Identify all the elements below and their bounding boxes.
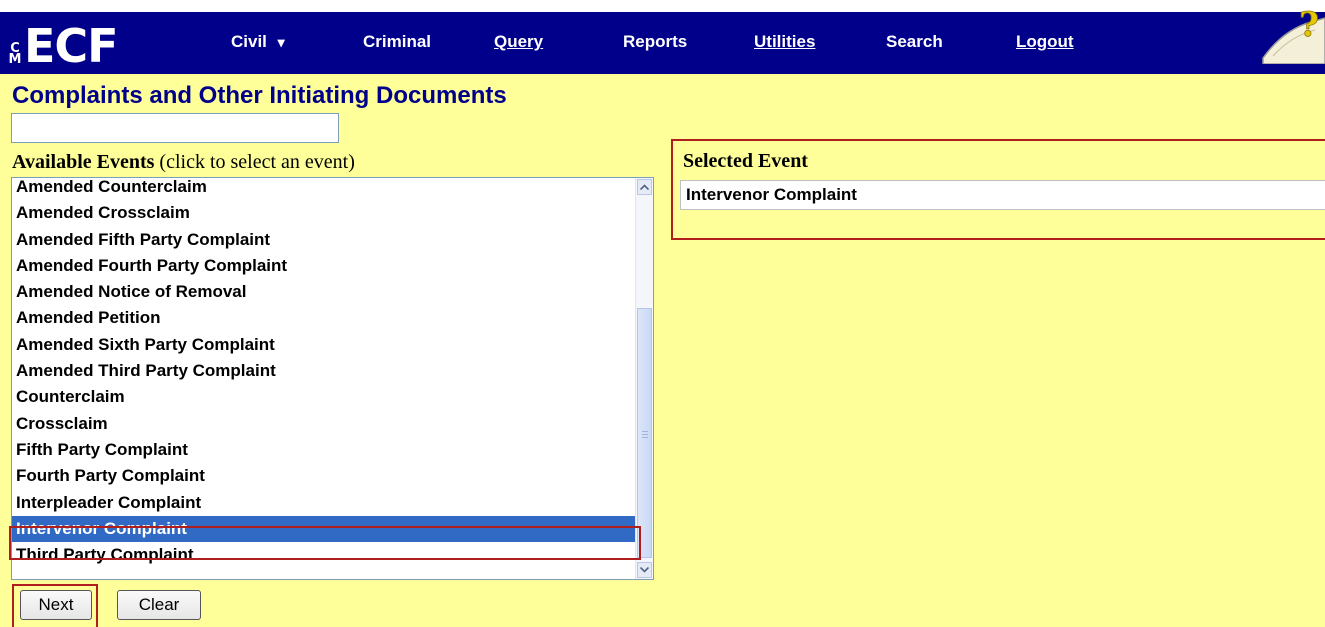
nav-criminal-label: Criminal — [363, 32, 432, 51]
nav-query-label: Query — [494, 32, 544, 51]
list-item[interactable]: Interpleader Complaint — [12, 490, 637, 516]
nav-utilities-label: Utilities — [754, 32, 816, 51]
list-item[interactable]: Amended Fourth Party Complaint — [12, 253, 637, 279]
list-item[interactable]: Fifth Party Complaint — [12, 437, 637, 463]
list-item[interactable]: Crossclaim — [12, 411, 637, 437]
logo-cm: CM — [8, 42, 22, 67]
list-item[interactable]: Amended Sixth Party Complaint — [12, 332, 637, 358]
list-item[interactable]: Amended Third Party Complaint — [12, 358, 637, 384]
list-item[interactable]: Counterclaim — [12, 384, 637, 410]
nav-bar: CM ECF Civil ▾ Criminal Query Reports Ut… — [0, 5, 1325, 74]
scroll-down-button[interactable] — [637, 562, 652, 578]
nav-search[interactable]: Search — [886, 32, 943, 52]
svg-text:?: ? — [1299, 5, 1319, 45]
selected-event-label: Selected Event — [683, 150, 808, 172]
chevron-up-icon — [640, 184, 649, 190]
list-items: Amended Counterclaim Amended Crossclaim Am… — [12, 178, 637, 568]
top-strip — [0, 0, 1325, 10]
nav-reports-label: Reports — [623, 32, 688, 51]
next-button[interactable]: Next — [20, 590, 92, 620]
logo-ecf: ECF — [24, 19, 119, 73]
nav-search-label: Search — [886, 32, 943, 51]
nav-criminal[interactable]: Criminal — [363, 32, 431, 52]
list-item[interactable]: Fourth Party Complaint — [12, 463, 637, 489]
page-title: Complaints and Other Initiating Document… — [12, 82, 507, 109]
nav-civil[interactable]: Civil ▾ — [231, 32, 285, 52]
available-events-hint: (click to select an event) — [154, 151, 355, 173]
list-item[interactable]: Amended Fifth Party Complaint — [12, 227, 637, 253]
list-item[interactable]: Amended Counterclaim — [12, 178, 637, 200]
list-item[interactable]: Amended Notice of Removal — [12, 279, 637, 305]
scroll-up-button[interactable] — [637, 179, 652, 195]
available-events-list[interactable]: Amended Counterclaim Amended Crossclaim Am… — [11, 177, 654, 580]
nav-logout[interactable]: Logout — [1016, 32, 1074, 52]
clear-button[interactable]: Clear — [117, 590, 201, 620]
available-events-label: Available Events (click to select an eve… — [12, 151, 355, 174]
chevron-down-icon — [640, 567, 649, 573]
chevron-down-icon: ▾ — [277, 34, 285, 50]
nav-query[interactable]: Query — [494, 32, 543, 52]
scroll-thumb[interactable] — [637, 308, 652, 558]
list-item[interactable]: Amended Crossclaim — [12, 200, 637, 226]
nav-logout-label: Logout — [1016, 32, 1074, 51]
event-search-input[interactable] — [11, 113, 339, 143]
available-events-heading: Available Events — [12, 151, 155, 173]
list-scrollbar[interactable] — [635, 178, 653, 579]
list-item[interactable]: Amended Petition — [12, 305, 637, 331]
cmecf-logo[interactable]: CM ECF — [8, 19, 119, 73]
nav-civil-label: Civil — [231, 32, 267, 51]
help-question-icon[interactable]: ? — [1253, 0, 1325, 64]
list-item[interactable]: Intervenor Complaint — [12, 515, 637, 543]
selected-event-value: Intervenor Complaint — [680, 180, 1325, 210]
nav-utilities[interactable]: Utilities — [754, 32, 815, 52]
list-item[interactable]: Third Party Complaint — [12, 542, 637, 568]
logo-cm-letter: M — [8, 52, 22, 67]
nav-reports[interactable]: Reports — [623, 32, 687, 52]
